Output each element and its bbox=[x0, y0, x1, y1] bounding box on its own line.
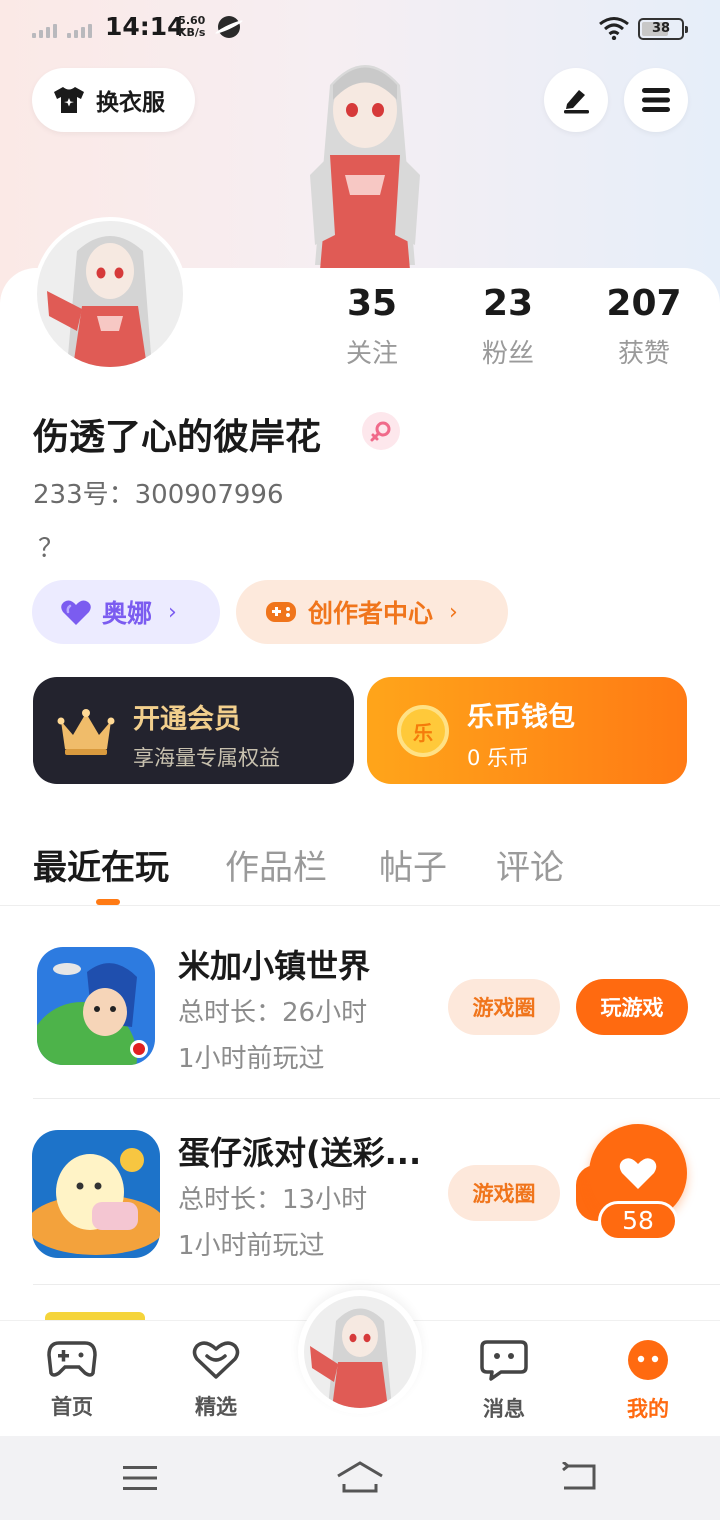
network-speed-unit: KB/s bbox=[178, 26, 206, 39]
tab-posts[interactable]: 帖子 bbox=[379, 840, 447, 889]
pencil-icon bbox=[564, 90, 589, 114]
stat-following-label: 关注 bbox=[345, 339, 398, 369]
creator-center-button[interactable]: 创作者中心 › bbox=[236, 580, 508, 644]
me-icon bbox=[628, 1340, 668, 1380]
avatar-illustration bbox=[47, 236, 152, 367]
game-name: 米加小镇世界 bbox=[178, 947, 371, 985]
battery-icon: 38 bbox=[638, 18, 688, 40]
system-navigation-bar bbox=[0, 1436, 720, 1520]
coin-icon: 乐 bbox=[397, 705, 449, 757]
chevron-right-icon: › bbox=[449, 599, 458, 625]
nav-messages-label: 消息 bbox=[483, 1397, 525, 1421]
game-total-playtime: 总时长：13小时 bbox=[178, 1185, 368, 1215]
game-last-played: 1小时前玩过 bbox=[178, 1231, 325, 1261]
username: 伤透了心的彼岸花 bbox=[33, 417, 322, 458]
stat-following[interactable]: 35 关注 bbox=[312, 283, 432, 370]
wifi-icon bbox=[599, 17, 629, 40]
message-icon bbox=[480, 1340, 528, 1381]
creator-center-label: 创作者中心 bbox=[308, 599, 434, 628]
game-icon-miga-town bbox=[37, 947, 155, 1065]
gamepad-icon bbox=[47, 1341, 97, 1377]
row-divider bbox=[33, 1284, 720, 1285]
user-bio: ？ bbox=[38, 534, 65, 564]
chevron-right-icon: › bbox=[168, 599, 177, 625]
stat-fans[interactable]: 23 粉丝 bbox=[448, 283, 568, 370]
stat-likes[interactable]: 207 获赞 bbox=[584, 283, 704, 370]
like-count-badge: 58 bbox=[598, 1201, 678, 1241]
female-icon bbox=[362, 412, 400, 450]
game-circle-button[interactable]: 游戏圈 bbox=[448, 1165, 560, 1221]
play-game-button[interactable]: 玩游戏 bbox=[576, 979, 688, 1035]
avatar-character-illustration bbox=[310, 65, 420, 270]
back-icon[interactable] bbox=[560, 1462, 598, 1492]
game-icon-eggy-party bbox=[32, 1130, 160, 1258]
nav-avatar bbox=[304, 1296, 416, 1408]
menu-button[interactable] bbox=[624, 68, 688, 132]
stat-likes-label: 获赞 bbox=[617, 339, 670, 369]
heart-chat-icon bbox=[192, 1341, 240, 1379]
tab-recently-played[interactable]: 最近在玩 bbox=[33, 840, 169, 889]
stat-fans-value: 23 bbox=[482, 283, 534, 324]
home-icon[interactable] bbox=[336, 1460, 384, 1494]
game-row[interactable]: 米加小镇世界 总时长：26小时 1小时前玩过 游戏圈 玩游戏 bbox=[0, 947, 720, 1133]
game-icon-partial bbox=[45, 1312, 145, 1320]
gamepad-icon bbox=[266, 602, 296, 622]
crown-icon bbox=[57, 709, 115, 755]
vip-subtitle: 享海量专属权益 bbox=[133, 746, 280, 770]
avatar[interactable] bbox=[33, 217, 187, 371]
stat-following-value: 35 bbox=[346, 283, 398, 324]
stat-likes-value: 207 bbox=[606, 283, 682, 324]
wallet-title: 乐币钱包 bbox=[467, 702, 575, 733]
clock: 14:14 bbox=[105, 12, 185, 41]
ona-button[interactable]: 奥娜 › bbox=[32, 580, 220, 644]
heart-icon bbox=[619, 1158, 657, 1189]
game-last-played: 1小时前玩过 bbox=[178, 1044, 325, 1074]
status-bar: 14:14 5.60 KB/s 38 bbox=[0, 0, 720, 58]
tab-divider bbox=[0, 905, 720, 906]
tshirt-icon bbox=[54, 87, 84, 113]
wallet-card[interactable]: 乐 乐币钱包 0 乐币 bbox=[367, 677, 687, 784]
nav-messages[interactable]: 消息 bbox=[459, 1339, 549, 1423]
signal-icon bbox=[67, 22, 92, 38]
planet-icon bbox=[218, 16, 240, 38]
heart-icon bbox=[61, 600, 91, 625]
nav-featured-label: 精选 bbox=[195, 1395, 237, 1419]
nav-home[interactable]: 首页 bbox=[27, 1339, 117, 1421]
battery-level: 38 bbox=[651, 21, 671, 36]
network-speed: 5.60 KB/s bbox=[178, 15, 205, 39]
game-total-playtime: 总时长：26小时 bbox=[178, 998, 368, 1028]
wallet-balance: 0 乐币 bbox=[467, 746, 530, 770]
vip-membership-card[interactable]: 开通会员 享海量专属权益 bbox=[33, 677, 354, 784]
nav-me[interactable]: 我的 bbox=[603, 1339, 693, 1423]
hamburger-icon bbox=[642, 88, 670, 112]
tab-works[interactable]: 作品栏 bbox=[225, 840, 327, 889]
vip-title: 开通会员 bbox=[133, 704, 241, 735]
edit-profile-button[interactable] bbox=[544, 68, 608, 132]
nav-home-label: 首页 bbox=[51, 1395, 93, 1419]
nav-avatar-button[interactable] bbox=[298, 1290, 422, 1414]
user-id[interactable]: 233号：300907996 bbox=[33, 474, 284, 511]
stat-fans-label: 粉丝 bbox=[481, 339, 534, 369]
nav-me-label: 我的 bbox=[627, 1397, 669, 1421]
avatar-illustration bbox=[310, 1308, 392, 1408]
row-divider bbox=[33, 1098, 720, 1099]
signal-icon bbox=[32, 22, 57, 38]
tab-comments[interactable]: 评论 bbox=[496, 840, 564, 889]
nav-featured[interactable]: 精选 bbox=[171, 1339, 261, 1421]
recent-apps-icon[interactable] bbox=[122, 1464, 158, 1492]
ona-label: 奥娜 bbox=[102, 599, 153, 628]
change-outfit-label: 换衣服 bbox=[96, 90, 165, 116]
game-name: 蛋仔派对(送彩... bbox=[178, 1134, 422, 1172]
game-circle-button[interactable]: 游戏圈 bbox=[448, 979, 560, 1035]
change-outfit-button[interactable]: 换衣服 bbox=[32, 68, 195, 132]
